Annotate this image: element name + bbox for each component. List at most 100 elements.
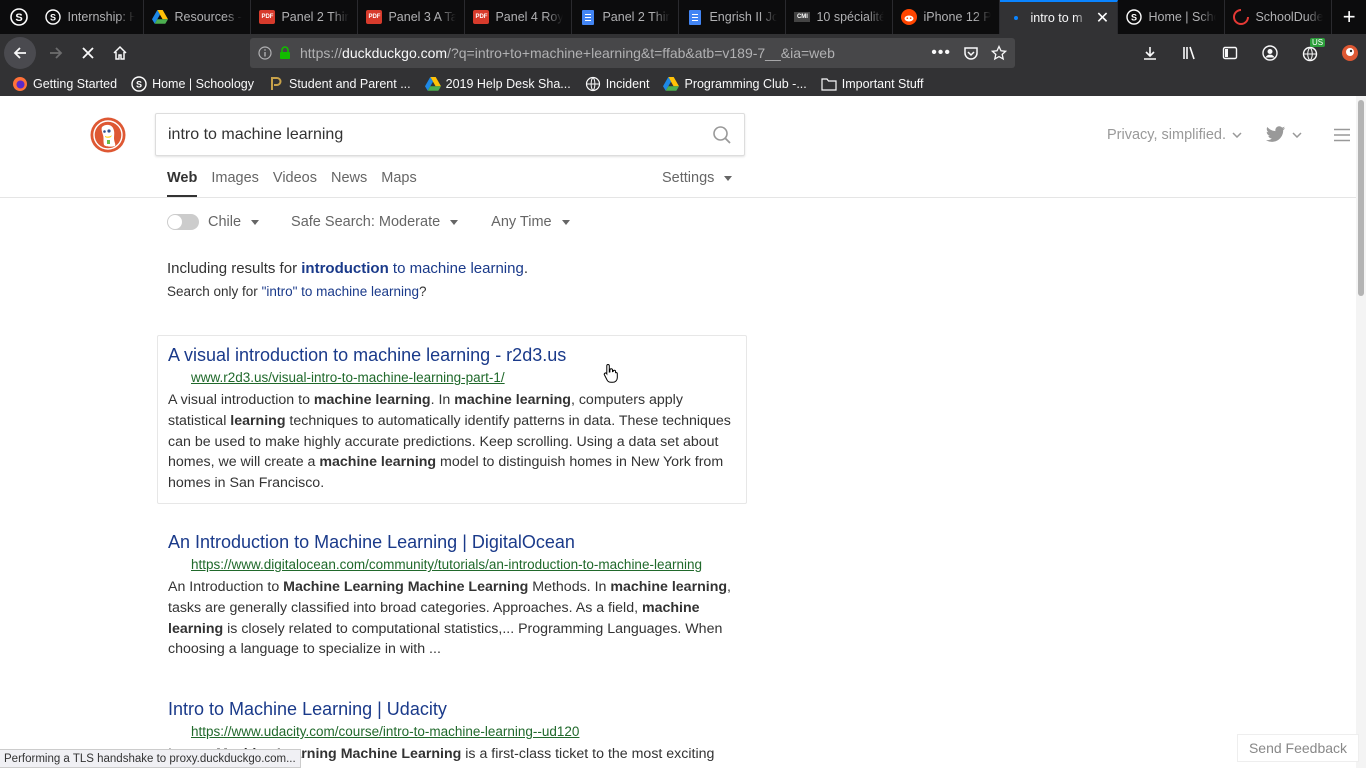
page-scrollbar[interactable] (1356, 96, 1366, 768)
result-snippet: A visual introduction to machine learnin… (168, 392, 731, 492)
sidebar-button[interactable] (1214, 37, 1246, 69)
browser-tab[interactable]: S Home | Scho (1118, 0, 1226, 34)
tab-title: intro to m (1030, 11, 1083, 25)
schoology-app-icon[interactable]: S (0, 0, 37, 34)
tab-videos[interactable]: Videos (273, 170, 317, 197)
tab-strip: S S Internship: H Resources - PDF Panel 2 Th… (0, 0, 1366, 34)
bookmark-item[interactable]: Getting Started (12, 76, 117, 92)
google-drive-icon (424, 76, 441, 92)
search-box[interactable] (155, 113, 745, 156)
bookmark-item[interactable]: Incident (585, 76, 650, 92)
new-tab-button[interactable]: + (1332, 0, 1366, 34)
svg-text:S: S (15, 12, 22, 24)
downloads-button[interactable] (1134, 37, 1166, 69)
region-dropdown[interactable]: Chile (208, 214, 260, 230)
browser-tab[interactable]: iPhone 12 Pr (893, 0, 1001, 34)
duckduckgo-extension-icon (1342, 45, 1358, 61)
bookmark-item[interactable]: S Home | Schoology (131, 76, 254, 92)
forward-button[interactable] (40, 37, 72, 69)
browser-tab[interactable]: S Internship: H (37, 0, 145, 34)
schooldude-icon (1233, 9, 1250, 25)
search-icon[interactable] (712, 125, 732, 145)
stop-loading-button[interactable] (72, 37, 104, 69)
lock-icon[interactable] (278, 46, 292, 60)
privacy-dropdown[interactable]: Privacy, simplified. (1107, 127, 1242, 143)
schoology-icon: S (131, 76, 147, 92)
back-button[interactable] (4, 37, 36, 69)
twitter-dropdown[interactable] (1266, 126, 1302, 143)
side-menu-icon[interactable] (1334, 128, 1350, 142)
safe-search-dropdown[interactable]: Safe Search: Moderate (291, 214, 459, 230)
send-feedback-button[interactable]: Send Feedback (1237, 734, 1359, 762)
tab-title: Panel 2 Third (281, 10, 350, 24)
account-icon (1262, 45, 1278, 61)
duckduckgo-extension-button[interactable] (1334, 37, 1366, 69)
region-toggle[interactable] (167, 214, 199, 230)
tab-title: Panel 2 Third (602, 10, 671, 24)
bookmark-label: Important Stuff (841, 77, 924, 91)
caret-down-icon (724, 175, 733, 181)
result-snippet: An Introduction to Machine Learning Mach… (168, 579, 731, 658)
time-filter-label: Any Time (491, 214, 552, 230)
including-prefix: Including results for (167, 260, 298, 277)
page-actions-icon[interactable]: ••• (931, 44, 951, 62)
browser-tab[interactable]: PDF Panel 3 A Ta (358, 0, 466, 34)
bookmark-item[interactable]: Programming Club -... (663, 76, 807, 92)
page-header: Privacy, simplified. Web Images Videos News… (0, 96, 1356, 198)
navigation-toolbar: https://duckduckgo.com/?q=intro+to+machi… (0, 34, 1366, 72)
close-tab-icon[interactable]: ✕ (1095, 8, 1109, 28)
time-filter-dropdown[interactable]: Any Time (491, 214, 570, 230)
corrected-query-link[interactable]: introduction to machine learning (301, 260, 524, 277)
original-query-link[interactable]: "intro" to machine learning (262, 284, 419, 299)
library-icon (1183, 46, 1195, 60)
browser-tab[interactable]: CMI 10 spécialité (786, 0, 894, 34)
search-input[interactable] (168, 125, 712, 144)
result-title-link[interactable]: Intro to Machine Learning | Udacity (168, 699, 736, 720)
search-type-tabs: Web Images Videos News Maps (167, 170, 417, 197)
url-text[interactable]: https://duckduckgo.com/?q=intro+to+machi… (300, 45, 835, 61)
region-label: Chile (208, 214, 242, 230)
tab-title: SchoolDude (1255, 10, 1324, 24)
browser-tab[interactable]: Panel 2 Third (572, 0, 680, 34)
browser-tab[interactable]: Resources - (144, 0, 252, 34)
original-query-notice: Search only for "intro" to machine learn… (167, 284, 427, 299)
google-drive-icon (152, 9, 169, 25)
bookmark-item[interactable]: Student and Parent ... (268, 76, 411, 92)
cmi-icon: CMI (794, 9, 811, 25)
bookmark-item[interactable]: 2019 Help Desk Sha... (424, 76, 571, 92)
scrollbar-thumb[interactable] (1358, 100, 1364, 296)
bookmark-label: Incident (605, 77, 650, 91)
info-icon[interactable] (258, 46, 272, 60)
result-url-link[interactable]: www.r2d3.us/visual-intro-to-machine-lear… (191, 370, 736, 385)
result-url-link[interactable]: https://www.udacity.com/course/intro-to-… (191, 724, 736, 739)
result-title-link[interactable]: A visual introduction to machine learnin… (168, 345, 736, 366)
result-url-link[interactable]: https://www.digitalocean.com/community/t… (191, 557, 736, 572)
browser-tab[interactable]: intro to m ✕ (1000, 0, 1119, 34)
library-button[interactable] (1174, 37, 1206, 69)
schoology-icon: S (1126, 9, 1143, 25)
address-bar[interactable]: https://duckduckgo.com/?q=intro+to+machi… (250, 38, 1015, 68)
bookmark-label: 2019 Help Desk Sha... (445, 77, 571, 91)
vpn-extension-button[interactable]: US (1294, 37, 1326, 69)
tab-news[interactable]: News (331, 170, 367, 197)
bookmark-item[interactable]: Important Stuff (821, 76, 924, 92)
duckduckgo-logo-icon[interactable] (90, 117, 126, 153)
tab-images[interactable]: Images (211, 170, 259, 197)
tab-maps[interactable]: Maps (381, 170, 416, 197)
caret-down-icon (251, 219, 260, 225)
reddit-icon (901, 9, 918, 25)
pocket-icon[interactable] (963, 45, 979, 61)
account-button[interactable] (1254, 37, 1286, 69)
browser-tab[interactable]: PDF Panel 4 Roya (465, 0, 573, 34)
result-title-link[interactable]: An Introduction to Machine Learning | Di… (168, 532, 736, 553)
browser-tab[interactable]: SchoolDude (1225, 0, 1333, 34)
settings-dropdown[interactable]: Settings (662, 170, 733, 186)
bookmark-label: Programming Club -... (684, 77, 807, 91)
tab-web[interactable]: Web (167, 170, 198, 197)
hand-cursor-icon (603, 363, 618, 383)
browser-tab[interactable]: Engrish II Jo (679, 0, 787, 34)
browser-tab[interactable]: PDF Panel 2 Third (251, 0, 359, 34)
twitter-icon (1266, 126, 1286, 142)
home-button[interactable] (104, 37, 136, 69)
bookmark-star-icon[interactable] (991, 45, 1007, 61)
